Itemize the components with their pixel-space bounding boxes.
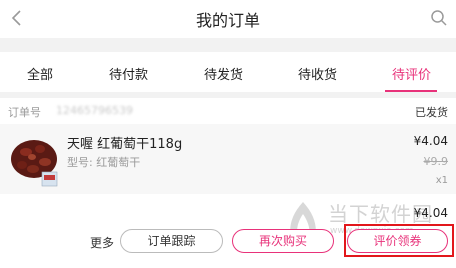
- product-original-price: ¥9.9: [423, 155, 449, 168]
- product-name: 天喔 红葡萄干118g: [67, 137, 183, 152]
- tab-pending-receipt[interactable]: 待收货: [298, 64, 337, 83]
- tab-pending-review[interactable]: 待评价: [392, 64, 431, 83]
- track-order-button[interactable]: 订单跟踪: [120, 229, 223, 253]
- more-button[interactable]: 更多: [90, 234, 114, 251]
- product-spec: 型号: 红葡萄干: [67, 156, 141, 169]
- tab-pending-shipment[interactable]: 待发货: [204, 64, 243, 83]
- order-tabs: 全部 待付款 待发货 待收货 待评价: [0, 52, 456, 92]
- order-number-label: 订单号: [8, 106, 41, 119]
- search-icon[interactable]: [430, 9, 448, 27]
- tab-all[interactable]: 全部: [27, 64, 53, 83]
- order-item[interactable]: 天喔 红葡萄干118g 型号: 红葡萄干 ¥4.04 ¥9.9 x1: [0, 124, 456, 194]
- highlight-box: [344, 224, 454, 257]
- product-price: ¥4.04: [413, 134, 448, 148]
- product-quantity: x1: [435, 175, 448, 186]
- top-bar: 我的订单: [0, 0, 456, 38]
- section-divider: [0, 38, 456, 52]
- tab-pending-payment[interactable]: 待付款: [109, 64, 148, 83]
- order-total: ¥4.04: [413, 206, 448, 220]
- order-number-value: 12465796539: [56, 104, 133, 117]
- page-title: 我的订单: [195, 11, 260, 30]
- order-header: 订单号 12465796539 已发货: [0, 98, 456, 124]
- order-status: 已发货: [415, 106, 448, 119]
- rebuy-button[interactable]: 再次购买: [232, 229, 334, 253]
- product-thumbnail: [8, 132, 60, 188]
